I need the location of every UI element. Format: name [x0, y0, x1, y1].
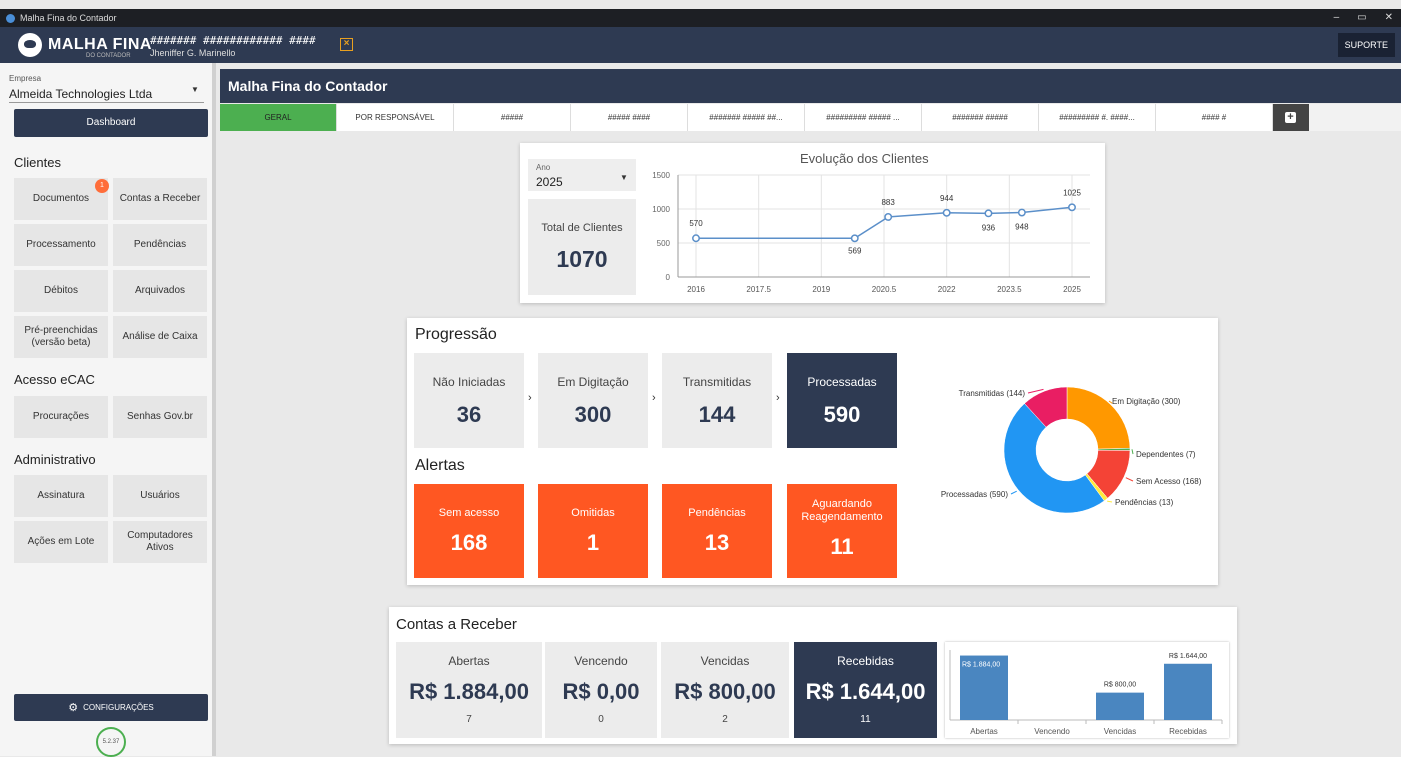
x-category-label: Vencidas	[1104, 727, 1136, 736]
bar-value-label: R$ 800,00	[1104, 682, 1136, 689]
bar	[1164, 663, 1212, 720]
bar	[1096, 692, 1144, 720]
bar-chart: R$ 1.884,00 Abertas Vencendo R$ 800,00 Venci…	[949, 650, 1223, 736]
x-category-label: Vencendo	[1034, 727, 1070, 736]
x-category-label: Abertas	[970, 727, 998, 736]
x-category-label: Recebidas	[1169, 727, 1207, 736]
bar-value-label: R$ 1.644,00	[1169, 653, 1207, 660]
bar-value-label: R$ 1.884,00	[962, 662, 1000, 669]
